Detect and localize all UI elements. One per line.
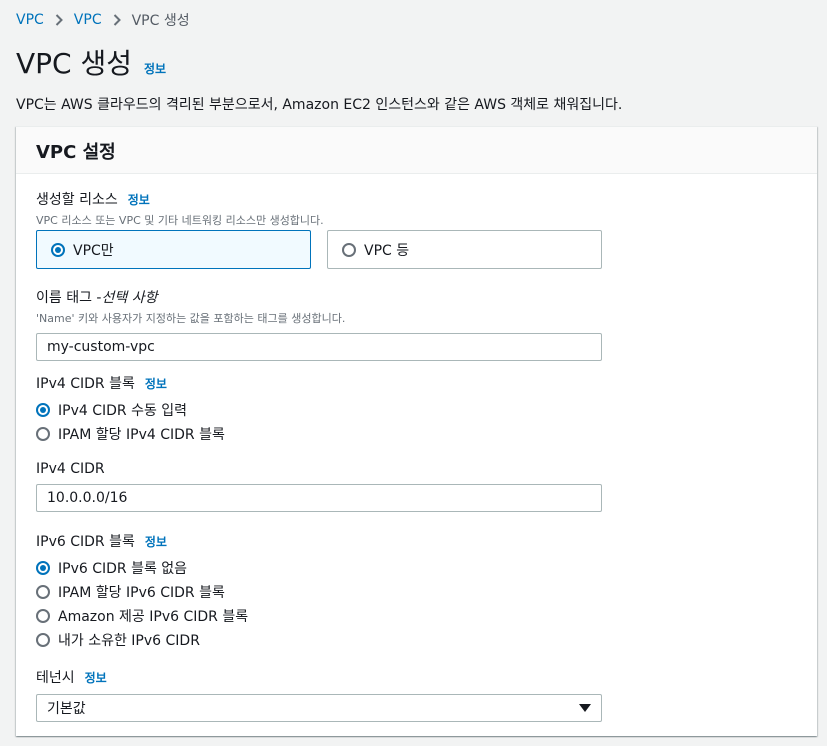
ipv4-option-ipam[interactable]: IPAM 할당 IPv4 CIDR 블록 xyxy=(36,422,225,446)
resources-option-label: VPC만 xyxy=(73,242,114,259)
tenancy-field: 테넌시 정보 기본값 xyxy=(36,667,602,722)
ipv4-cidr-label: IPv4 CIDR xyxy=(36,461,105,477)
tenancy-label: 테넌시 xyxy=(36,670,75,686)
chevron-right-icon xyxy=(44,12,74,28)
resources-hint: VPC 리소스 또는 VPC 및 기타 네트워킹 리소스만 생성합니다. xyxy=(36,214,324,227)
breadcrumb: VPC VPC VPC 생성 xyxy=(16,10,190,30)
tenancy-select[interactable]: 기본값 xyxy=(36,694,602,722)
tenancy-info-link[interactable]: 정보 xyxy=(85,669,107,686)
radio-unselected-icon[interactable] xyxy=(36,427,50,441)
resources-option-vpc-only[interactable]: VPC만 xyxy=(36,230,311,269)
name-tag-input[interactable]: my-custom-vpc xyxy=(36,333,602,361)
radio-unselected-icon[interactable] xyxy=(36,609,50,623)
resources-label: 생성할 리소스 xyxy=(36,192,118,208)
ipv4-option-manual[interactable]: IPv4 CIDR 수동 입력 xyxy=(36,398,225,422)
breadcrumb-item-current: VPC 생성 xyxy=(131,13,190,29)
name-tag-hint: 'Name' 키와 사용자가 지정하는 값을 포함하는 태그를 생성합니다. xyxy=(36,312,346,325)
ipv4-cidr-input[interactable]: 10.0.0.0/16 xyxy=(36,484,602,512)
radio-selected-icon[interactable] xyxy=(36,403,50,417)
ipv6-option-amazon[interactable]: Amazon 제공 IPv6 CIDR 블록 xyxy=(36,604,248,628)
tenancy-selected-value: 기본값 xyxy=(47,701,86,717)
page-description: VPC는 AWS 클라우드의 격리된 부분으로서, Amazon EC2 인스턴… xyxy=(16,97,623,113)
resources-option-vpc-and-more[interactable]: VPC 등 xyxy=(327,230,602,269)
ipv6-option-label: IPAM 할당 IPv6 CIDR 블록 xyxy=(58,585,225,601)
page-header: VPC 생성 정보 xyxy=(16,42,166,82)
panel-header: VPC 설정 xyxy=(16,127,817,174)
radio-unselected-icon[interactable] xyxy=(36,585,50,599)
radio-selected-icon[interactable] xyxy=(51,242,65,257)
page-info-link[interactable]: 정보 xyxy=(144,60,166,77)
resources-option-label: VPC 등 xyxy=(364,242,410,259)
ipv6-option-none[interactable]: IPv6 CIDR 블록 없음 xyxy=(36,556,248,580)
ipv6-block-label: IPv6 CIDR 블록 xyxy=(36,534,135,550)
panel-title: VPC 설정 xyxy=(36,142,116,163)
vpc-settings-panel: VPC 설정 생성할 리소스 정보 VPC 리소스 또는 VPC 및 기타 네트… xyxy=(16,126,817,736)
ipv6-option-label: 내가 소유한 IPv6 CIDR xyxy=(58,633,200,649)
ipv6-option-ipam[interactable]: IPAM 할당 IPv6 CIDR 블록 xyxy=(36,580,248,604)
ipv4-option-label: IPAM 할당 IPv4 CIDR 블록 xyxy=(58,427,225,443)
ipv4-block-info-link[interactable]: 정보 xyxy=(145,375,167,392)
radio-selected-icon[interactable] xyxy=(36,561,50,575)
breadcrumb-item-vpc[interactable]: VPC xyxy=(74,12,102,28)
breadcrumb-item-vpc-root[interactable]: VPC xyxy=(16,12,44,28)
radio-unselected-icon[interactable] xyxy=(36,633,50,647)
ipv6-option-byoip[interactable]: 내가 소유한 IPv6 CIDR xyxy=(36,628,248,652)
ipv6-option-label: Amazon 제공 IPv6 CIDR 블록 xyxy=(58,609,249,625)
ipv6-block-info-link[interactable]: 정보 xyxy=(145,533,167,550)
ipv6-option-label: IPv6 CIDR 블록 없음 xyxy=(58,561,188,577)
radio-unselected-icon[interactable] xyxy=(342,242,356,257)
name-tag-optional: 선택 사항 xyxy=(101,290,158,306)
ipv4-cidr-field: IPv4 CIDR 10.0.0.0/16 xyxy=(36,461,602,512)
ipv4-option-label: IPv4 CIDR 수동 입력 xyxy=(58,403,188,419)
name-tag-label: 이름 태그 - xyxy=(36,290,102,306)
resources-field: 생성할 리소스 정보 VPC 리소스 또는 VPC 및 기타 네트워킹 리소스만… xyxy=(36,189,324,228)
page-title: VPC 생성 xyxy=(16,47,133,80)
ipv4-block-label: IPv4 CIDR 블록 xyxy=(36,376,135,392)
ipv4-block-field: IPv4 CIDR 블록 정보 IPv4 CIDR 수동 입력 IPAM 할당 … xyxy=(36,373,225,446)
caret-down-icon xyxy=(579,704,591,712)
chevron-right-icon xyxy=(102,12,132,28)
resources-info-link[interactable]: 정보 xyxy=(128,191,150,208)
name-tag-field: 이름 태그 - 선택 사항 'Name' 키와 사용자가 지정하는 값을 포함하… xyxy=(36,287,602,361)
ipv6-block-field: IPv6 CIDR 블록 정보 IPv6 CIDR 블록 없음 IPAM 할당 … xyxy=(36,531,248,652)
